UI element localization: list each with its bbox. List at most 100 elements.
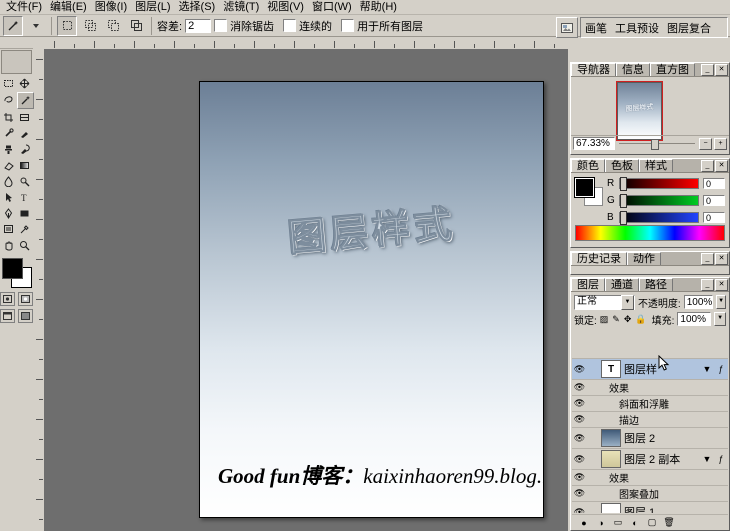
blue-slider[interactable]	[619, 211, 699, 225]
green-slider-thumb[interactable]	[620, 194, 627, 208]
tab-layers[interactable]: 图层	[571, 278, 605, 291]
palette-well[interactable]: 画笔 工具预设 图层复合	[580, 17, 728, 38]
layer-visibility-icon[interactable]: 👁	[572, 414, 587, 425]
toolbox-drag-handle[interactable]	[0, 38, 33, 49]
layer-name[interactable]: 图案叠加	[587, 486, 728, 501]
layer-visibility-icon[interactable]: 👁	[572, 454, 587, 465]
chevron-down-icon[interactable]: ▼	[620, 294, 634, 310]
opacity-chevron-down-icon[interactable]: ▼	[716, 295, 726, 309]
tab-channels[interactable]: 通道	[605, 278, 639, 291]
all-layers-checkbox[interactable]	[341, 19, 355, 32]
layer-name[interactable]: 图层 1	[624, 504, 728, 513]
menu-item-file[interactable]: 文件(F)	[2, 0, 46, 14]
add-layer-style-icon[interactable]: ●	[578, 518, 590, 528]
layer-thumbnail[interactable]	[601, 450, 621, 468]
layer-fx-expand-icon[interactable]: ▼	[700, 454, 714, 464]
table-row[interactable]: 👁 T 图层样 ▼ ƒ	[572, 359, 728, 380]
dodge-tool-icon[interactable]	[17, 174, 32, 189]
red-value-input[interactable]: 0	[703, 178, 725, 189]
eyedropper-tool-icon[interactable]	[17, 222, 32, 237]
color-swatches[interactable]	[2, 258, 32, 288]
layer-name[interactable]: 图层 2 副本	[624, 451, 700, 467]
navigator-view-box[interactable]	[616, 81, 663, 141]
quick-mask-mode-icon[interactable]	[18, 292, 33, 306]
selection-subtract-icon[interactable]	[103, 15, 123, 36]
tab-histogram[interactable]: 直方图	[650, 63, 695, 76]
menu-item-window[interactable]: 窗口(W)	[308, 0, 356, 14]
history-brush-tool-icon[interactable]	[17, 142, 32, 157]
layer-name[interactable]: 图层 2	[624, 430, 728, 446]
red-slider-thumb[interactable]	[620, 177, 627, 191]
all-layers-option[interactable]: 用于所有图层	[341, 18, 423, 34]
table-row[interactable]: 👁 效果	[572, 380, 728, 396]
layer-fx-expand-icon[interactable]: ▼	[700, 364, 714, 374]
tab-paths[interactable]: 路径	[639, 278, 673, 291]
tab-navigator[interactable]: 导航器	[571, 63, 616, 76]
delete-layer-icon[interactable]: 🗑	[663, 517, 675, 528]
table-row[interactable]: 👁 效果	[572, 470, 728, 486]
close-icon[interactable]: ✕	[715, 64, 728, 76]
color-panel-swatches[interactable]	[574, 177, 603, 206]
layer-visibility-icon[interactable]: 👁	[572, 398, 587, 409]
layer-visibility-icon[interactable]: 👁	[572, 488, 587, 499]
tab-swatches[interactable]: 色板	[605, 159, 639, 172]
table-row[interactable]	[572, 350, 728, 359]
color-panel-foreground-swatch[interactable]	[574, 177, 595, 198]
blue-value-input[interactable]: 0	[703, 212, 725, 223]
table-row[interactable]: 👁 图层 2	[572, 428, 728, 449]
layer-visibility-icon[interactable]: 👁	[572, 364, 587, 375]
tab-styles[interactable]: 样式	[639, 159, 673, 172]
magic-wand-tool-icon[interactable]	[17, 92, 34, 109]
brush-tool-icon[interactable]	[17, 126, 32, 141]
table-row[interactable]: 👁 图层 1	[572, 502, 728, 513]
red-slider[interactable]	[619, 177, 699, 191]
notes-tool-icon[interactable]	[1, 222, 16, 237]
anti-alias-checkbox[interactable]	[214, 19, 228, 32]
canvas-work-area[interactable]: 图层样式 Good fun博客：kaixinhaoren99.blog.163.…	[44, 49, 568, 531]
blend-mode-select[interactable]: 正常 ▼	[574, 294, 635, 310]
blur-tool-icon[interactable]	[1, 174, 16, 189]
layer-name[interactable]: 描边	[587, 412, 728, 427]
standard-mode-icon[interactable]	[0, 292, 15, 306]
crop-tool-icon[interactable]	[1, 110, 16, 125]
eraser-tool-icon[interactable]	[1, 158, 16, 173]
well-tab-brushes[interactable]: 画笔	[581, 20, 611, 36]
menu-item-image[interactable]: 图像(I)	[91, 0, 131, 14]
layer-name[interactable]: 斜面和浮雕	[587, 396, 728, 411]
tab-color[interactable]: 颜色	[571, 159, 605, 172]
path-selection-tool-icon[interactable]	[1, 190, 16, 205]
new-group-icon[interactable]: ▭	[612, 517, 624, 528]
menu-item-layer[interactable]: 图层(L)	[131, 0, 174, 14]
table-row[interactable]: 👁 斜面和浮雕	[572, 396, 728, 412]
tool-preset-dropdown[interactable]	[26, 15, 46, 36]
table-row[interactable]: 👁 图层 2 副本 ▼ ƒ	[572, 449, 728, 470]
layer-visibility-icon[interactable]: 👁	[572, 433, 587, 444]
full-screen-mode-icon[interactable]	[18, 309, 33, 323]
layer-thumbnail[interactable]	[601, 503, 621, 513]
tab-history[interactable]: 历史记录	[571, 252, 627, 265]
layer-thumbnail[interactable]: T	[601, 360, 621, 378]
layer-fx-icon[interactable]: ƒ	[714, 364, 728, 374]
lock-all-icon[interactable]: 🔒	[635, 314, 646, 325]
table-row[interactable]: 👁 图案叠加	[572, 486, 728, 502]
lasso-tool-icon[interactable]	[1, 92, 16, 107]
lock-image-icon[interactable]: ✎	[612, 314, 620, 325]
hand-tool-icon[interactable]	[1, 238, 16, 253]
layer-name[interactable]: 效果	[587, 470, 728, 485]
zoom-slider[interactable]	[619, 137, 695, 150]
blue-slider-thumb[interactable]	[620, 211, 627, 225]
table-row[interactable]: 👁 描边	[572, 412, 728, 428]
close-icon[interactable]: ✕	[715, 279, 728, 291]
zoom-in-icon[interactable]: +	[714, 137, 727, 150]
layer-fx-icon[interactable]: ƒ	[714, 454, 728, 464]
selection-new-icon[interactable]	[57, 15, 77, 36]
anti-alias-option[interactable]: 消除锯齿	[214, 18, 274, 34]
contiguous-option[interactable]: 连续的	[283, 18, 332, 34]
close-icon[interactable]: ✕	[715, 253, 728, 265]
add-layer-mask-icon[interactable]: ◑	[595, 518, 607, 528]
zoom-slider-thumb[interactable]	[651, 139, 659, 150]
menu-item-select[interactable]: 选择(S)	[175, 0, 220, 14]
color-spectrum-ramp[interactable]	[575, 225, 725, 241]
foreground-color-swatch[interactable]	[2, 258, 23, 279]
lock-position-icon[interactable]: ✥	[624, 314, 632, 325]
